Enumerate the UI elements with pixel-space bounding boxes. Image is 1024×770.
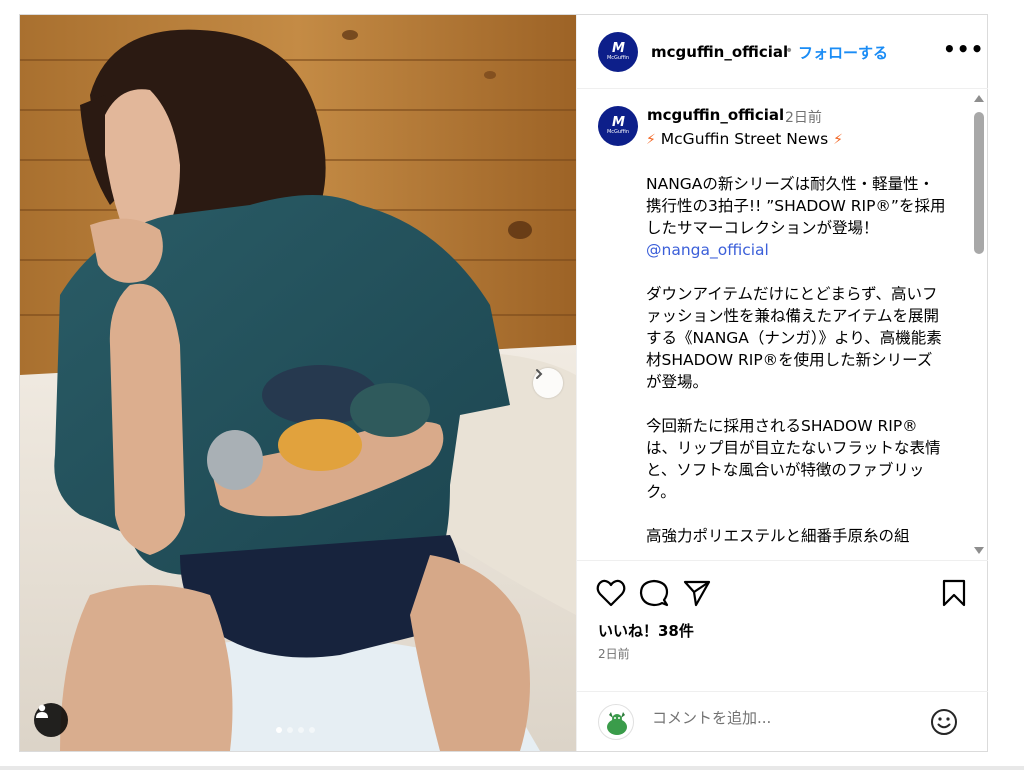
avatar-mark: M	[612, 40, 625, 56]
post-photo	[20, 15, 576, 751]
comment-button[interactable]	[639, 579, 669, 611]
caption-headline: McGuffin Street News	[660, 130, 829, 148]
avatar-brand: McGuffin	[606, 128, 630, 135]
lightning-icon: ⚡	[646, 132, 656, 148]
scroll-up-arrow[interactable]	[974, 95, 984, 102]
chevron-right-icon	[536, 369, 543, 379]
lightning-icon: ⚡	[833, 132, 843, 148]
caption-avatar[interactable]: M McGuffin	[598, 106, 638, 146]
heart-icon	[596, 579, 626, 607]
bookmark-icon	[942, 579, 966, 607]
more-options-button[interactable]: •••	[943, 37, 984, 61]
save-button[interactable]	[941, 579, 967, 611]
carousel-dot	[276, 727, 282, 733]
avatar-brand: McGuffin	[606, 54, 630, 61]
caption-paragraph: 今回新たに採用されるSHADOW RIP®は、リップ目が目立たないフラットな表情…	[646, 417, 941, 501]
separator: •	[785, 43, 794, 59]
comment-box	[577, 691, 988, 751]
username-link[interactable]: mcguffin_official	[651, 43, 788, 61]
caption-username[interactable]: mcguffin_official	[647, 106, 784, 124]
avatar-mark: M	[612, 114, 625, 130]
emoji-icon	[931, 709, 957, 735]
window-bottom-bar	[0, 766, 1024, 770]
caption-scroll-area[interactable]: M McGuffin mcguffin_official 2日前 ⚡ McGuf…	[577, 90, 988, 560]
current-user-avatar	[598, 704, 634, 740]
follow-button[interactable]: フォローする	[798, 42, 888, 63]
caption-headline-line: ⚡ McGuffin Street News ⚡	[646, 128, 946, 151]
scroll-down-arrow[interactable]	[974, 547, 984, 554]
like-button[interactable]	[596, 579, 626, 611]
carousel-dot	[298, 727, 304, 733]
carousel-dot	[287, 727, 293, 733]
carousel-indicator	[276, 727, 315, 733]
caption-paragraph: 高強力ポリエステルと細番手原糸の組	[646, 527, 910, 545]
post-timestamp[interactable]: 2日前	[598, 645, 630, 662]
mention-link[interactable]: @nanga_official	[646, 239, 946, 261]
user-icon	[36, 704, 48, 718]
emoji-button[interactable]	[930, 708, 958, 740]
share-icon	[683, 580, 711, 607]
avatar-image	[607, 712, 627, 735]
post-dialog: M McGuffin mcguffin_official • フォローする ••…	[19, 14, 988, 752]
scrollbar-thumb[interactable]	[974, 112, 984, 254]
avatar[interactable]: M McGuffin	[598, 32, 638, 72]
post-header: M McGuffin mcguffin_official • フォローする ••…	[577, 15, 988, 89]
caption-paragraph: NANGAの新シリーズは耐久性・軽量性・携行性の3拍子!! ”SHADOW RI…	[646, 175, 946, 237]
share-button[interactable]	[682, 579, 712, 611]
like-count[interactable]: いいね！38件	[598, 620, 694, 641]
comment-icon	[639, 579, 669, 607]
caption-scrollbar[interactable]	[972, 92, 986, 560]
tagged-users-button[interactable]	[34, 703, 68, 737]
post-image	[20, 15, 576, 751]
caption-paragraph: ダウンアイテムだけにとどまらず、高いファッション性を兼ね備えたアイテムを展開する…	[646, 285, 942, 391]
next-slide-button[interactable]	[533, 368, 563, 398]
post-actions: いいね！38件 2日前	[577, 560, 988, 690]
caption-timestamp[interactable]: 2日前	[785, 107, 822, 127]
carousel-dot	[309, 727, 315, 733]
comment-input[interactable]	[652, 709, 902, 727]
post-side-panel: M McGuffin mcguffin_official • フォローする ••…	[576, 15, 988, 751]
caption-text: ⚡ McGuffin Street News ⚡ NANGAの新シリーズは耐久性…	[646, 128, 946, 547]
